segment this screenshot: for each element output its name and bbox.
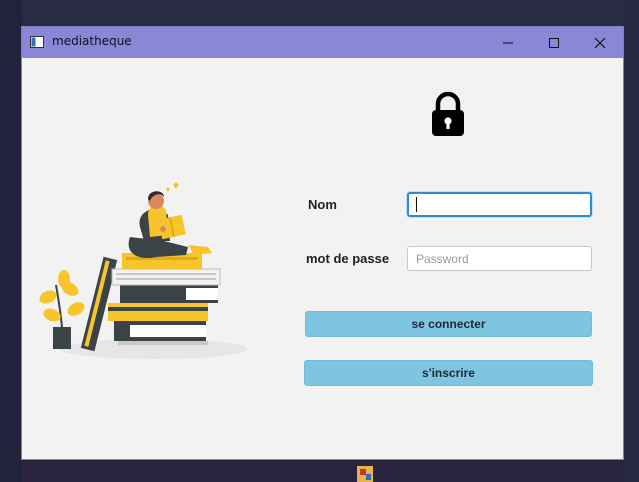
desktop-decoration: [0, 0, 22, 482]
text-cursor: [416, 197, 417, 212]
maximize-button[interactable]: [531, 27, 577, 58]
person-reading-on-books-illustration: [39, 182, 247, 359]
lock-icon: [432, 91, 464, 136]
app-window: mediatheque Nom mot de passe se connecte…: [22, 27, 623, 459]
minimize-button[interactable]: [485, 27, 531, 58]
window-title: mediatheque: [52, 34, 132, 48]
minimize-icon: [503, 42, 513, 43]
password-field[interactable]: [407, 246, 592, 271]
register-button[interactable]: s'inscrire: [304, 360, 593, 386]
username-label: Nom: [308, 197, 337, 212]
login-button[interactable]: se connecter: [305, 311, 592, 337]
close-button[interactable]: [577, 27, 623, 58]
close-icon: [594, 37, 606, 48]
title-bar[interactable]: mediatheque: [22, 27, 623, 58]
username-field[interactable]: [407, 192, 592, 217]
taskbar-app-icon[interactable]: [356, 464, 374, 482]
app-window-icon: [30, 36, 44, 48]
password-label: mot de passe: [306, 251, 390, 266]
desktop-decoration: [623, 0, 639, 482]
maximize-icon: [549, 37, 559, 48]
